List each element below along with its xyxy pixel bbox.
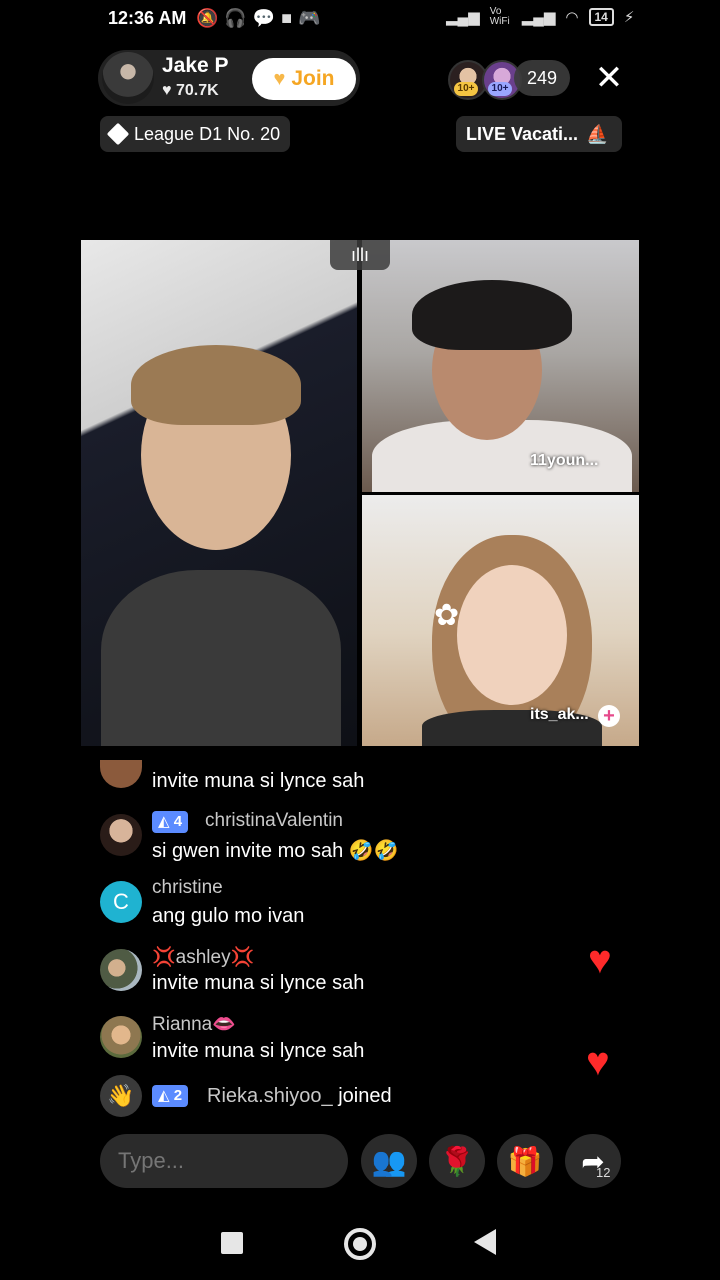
rose-gift-button[interactable]: 🌹: [429, 1134, 485, 1188]
chat-avatar[interactable]: C: [100, 881, 142, 923]
comment-input[interactable]: [100, 1134, 348, 1188]
host-avatar[interactable]: [102, 52, 154, 104]
level-icon: ◭: [158, 1087, 170, 1104]
signal-icon: ▂▄▆: [446, 9, 480, 26]
home-nav-button[interactable]: [344, 1228, 376, 1260]
guest-name-1: 11youn...: [530, 452, 599, 469]
viewer-count[interactable]: 249: [514, 60, 570, 96]
level-badge: ◭ 2: [152, 1085, 189, 1107]
close-button[interactable]: ✕: [590, 58, 628, 98]
headset-icon: 🎧: [224, 8, 253, 28]
chat-avatar[interactable]: [100, 949, 142, 991]
flower-icon: ✿: [434, 599, 460, 632]
follow-guest-plus-icon[interactable]: +: [598, 705, 620, 727]
guest-video-2[interactable]: [362, 495, 639, 746]
join-button[interactable]: ♥ Join: [252, 58, 356, 100]
join-label: Join: [291, 67, 335, 90]
level-icon: ◭: [158, 813, 170, 830]
status-left-icons: 🔕🎧💬■🎮: [196, 8, 327, 29]
wave-hand-icon: 👋: [100, 1075, 142, 1117]
heart-icon: ♥: [162, 82, 172, 99]
viewer-badge-1: 10+: [454, 82, 478, 96]
back-nav-button[interactable]: [474, 1229, 496, 1255]
gift-icon: 🎁: [507, 1145, 543, 1177]
join-notice: Rieka.shiyoo_ joined: [207, 1085, 392, 1108]
recents-nav-button[interactable]: [221, 1232, 243, 1254]
status-time: 12:36 AM: [108, 8, 187, 28]
guest-name-2: its_ak...: [530, 706, 589, 723]
video-icon: ■: [281, 8, 299, 28]
charging-icon: ⚡: [623, 9, 635, 26]
chat-username[interactable]: 💢ashley💢: [152, 945, 254, 969]
floating-heart-icon: ♥: [586, 1040, 610, 1084]
chat-avatar[interactable]: [100, 1016, 142, 1058]
chat-username[interactable]: christinaValentin: [205, 810, 343, 832]
level-number: 2: [173, 1087, 183, 1104]
host-likes-count: 70.7K: [175, 82, 219, 99]
audio-wave-icon[interactable]: ıllı: [330, 240, 390, 270]
viewer-badge-2: 10+: [488, 82, 512, 96]
league-label: League D1 No. 20: [134, 123, 281, 144]
wifi-icon: ◠: [565, 9, 579, 26]
sailboat-icon: ⛵: [586, 123, 609, 144]
multi-guest-button[interactable]: 👥: [361, 1134, 417, 1188]
live-tag-pill[interactable]: LIVE Vacati... ⛵: [456, 116, 622, 152]
share-count: 12: [596, 1165, 611, 1180]
share-button[interactable]: ➦: [565, 1134, 621, 1188]
host-video[interactable]: [81, 240, 357, 746]
diamond-icon: [106, 122, 130, 146]
chat-avatar[interactable]: [100, 814, 142, 856]
chat-message: invite muna si lynce sah: [152, 1040, 365, 1062]
network-label: Vo WiFi: [489, 6, 510, 27]
rose-icon: 🌹: [439, 1145, 475, 1177]
live-tag-label: LIVE Vacati...: [466, 123, 579, 144]
chat-message: si gwen invite mo sah 🤣🤣: [152, 840, 399, 862]
joined-label: joined: [338, 1085, 392, 1107]
host-likes: ♥ 70.7K: [162, 82, 219, 100]
chat-message: invite muna si lynce sah: [152, 770, 365, 792]
chat-avatar[interactable]: [100, 760, 142, 788]
gift-button[interactable]: 🎁: [497, 1134, 553, 1188]
level-number: 4: [173, 813, 183, 830]
host-name: Jake P: [162, 54, 229, 77]
league-pill[interactable]: League D1 No. 20: [100, 116, 291, 152]
chat-username[interactable]: christine: [152, 877, 223, 899]
floating-heart-icon: ♥: [588, 938, 612, 982]
chat-message: ang gulo mo ivan: [152, 905, 305, 927]
battery-icon: 14: [588, 8, 614, 26]
status-right-icons: ▂▄▆ Vo WiFi ▂▄▆ ◠ 14 ⚡: [446, 7, 634, 27]
chat-username[interactable]: Rianna👄: [152, 1012, 236, 1036]
mute-icon: 🔕: [196, 8, 225, 28]
chat-icon: 💬: [252, 8, 282, 28]
heart-plus-icon: ♥: [273, 67, 286, 90]
signal-icon-2: ▂▄▆: [521, 9, 556, 26]
level-badge: ◭ 4: [152, 811, 189, 833]
game-icon: 🎮: [298, 8, 327, 28]
chat-message: invite muna si lynce sah: [152, 972, 365, 994]
multi-guest-icon: 👥: [371, 1145, 407, 1177]
joined-username[interactable]: Rieka.shiyoo_: [207, 1085, 333, 1107]
